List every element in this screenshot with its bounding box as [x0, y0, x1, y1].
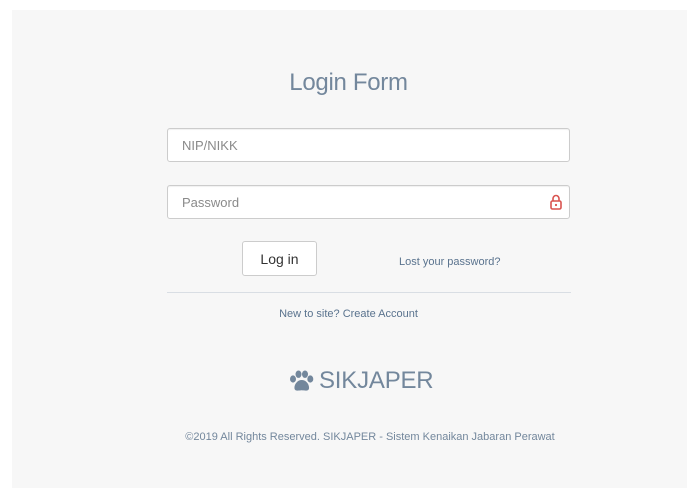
brand-name: SIKJAPER — [319, 367, 434, 394]
create-account-link[interactable]: Create Account — [343, 308, 418, 320]
username-input[interactable] — [168, 129, 569, 161]
lock-icon — [550, 194, 562, 210]
copyright-text: ©2019 All Rights Reserved. SIKJAPER - Si… — [185, 431, 555, 443]
separator — [167, 292, 571, 293]
login-form-title: Login Form — [289, 69, 408, 96]
login-button[interactable]: Log in — [242, 241, 317, 276]
signup-prompt: New to site? — [279, 308, 340, 320]
brand: SIKJAPER — [288, 366, 434, 396]
username-field-wrapper — [167, 128, 570, 162]
password-field-wrapper — [167, 185, 570, 219]
password-input[interactable] — [168, 186, 569, 218]
paw-icon — [290, 370, 314, 391]
lost-password-link[interactable]: Lost your password? — [399, 256, 501, 268]
signup-line: New to site? Create Account — [0, 308, 697, 320]
